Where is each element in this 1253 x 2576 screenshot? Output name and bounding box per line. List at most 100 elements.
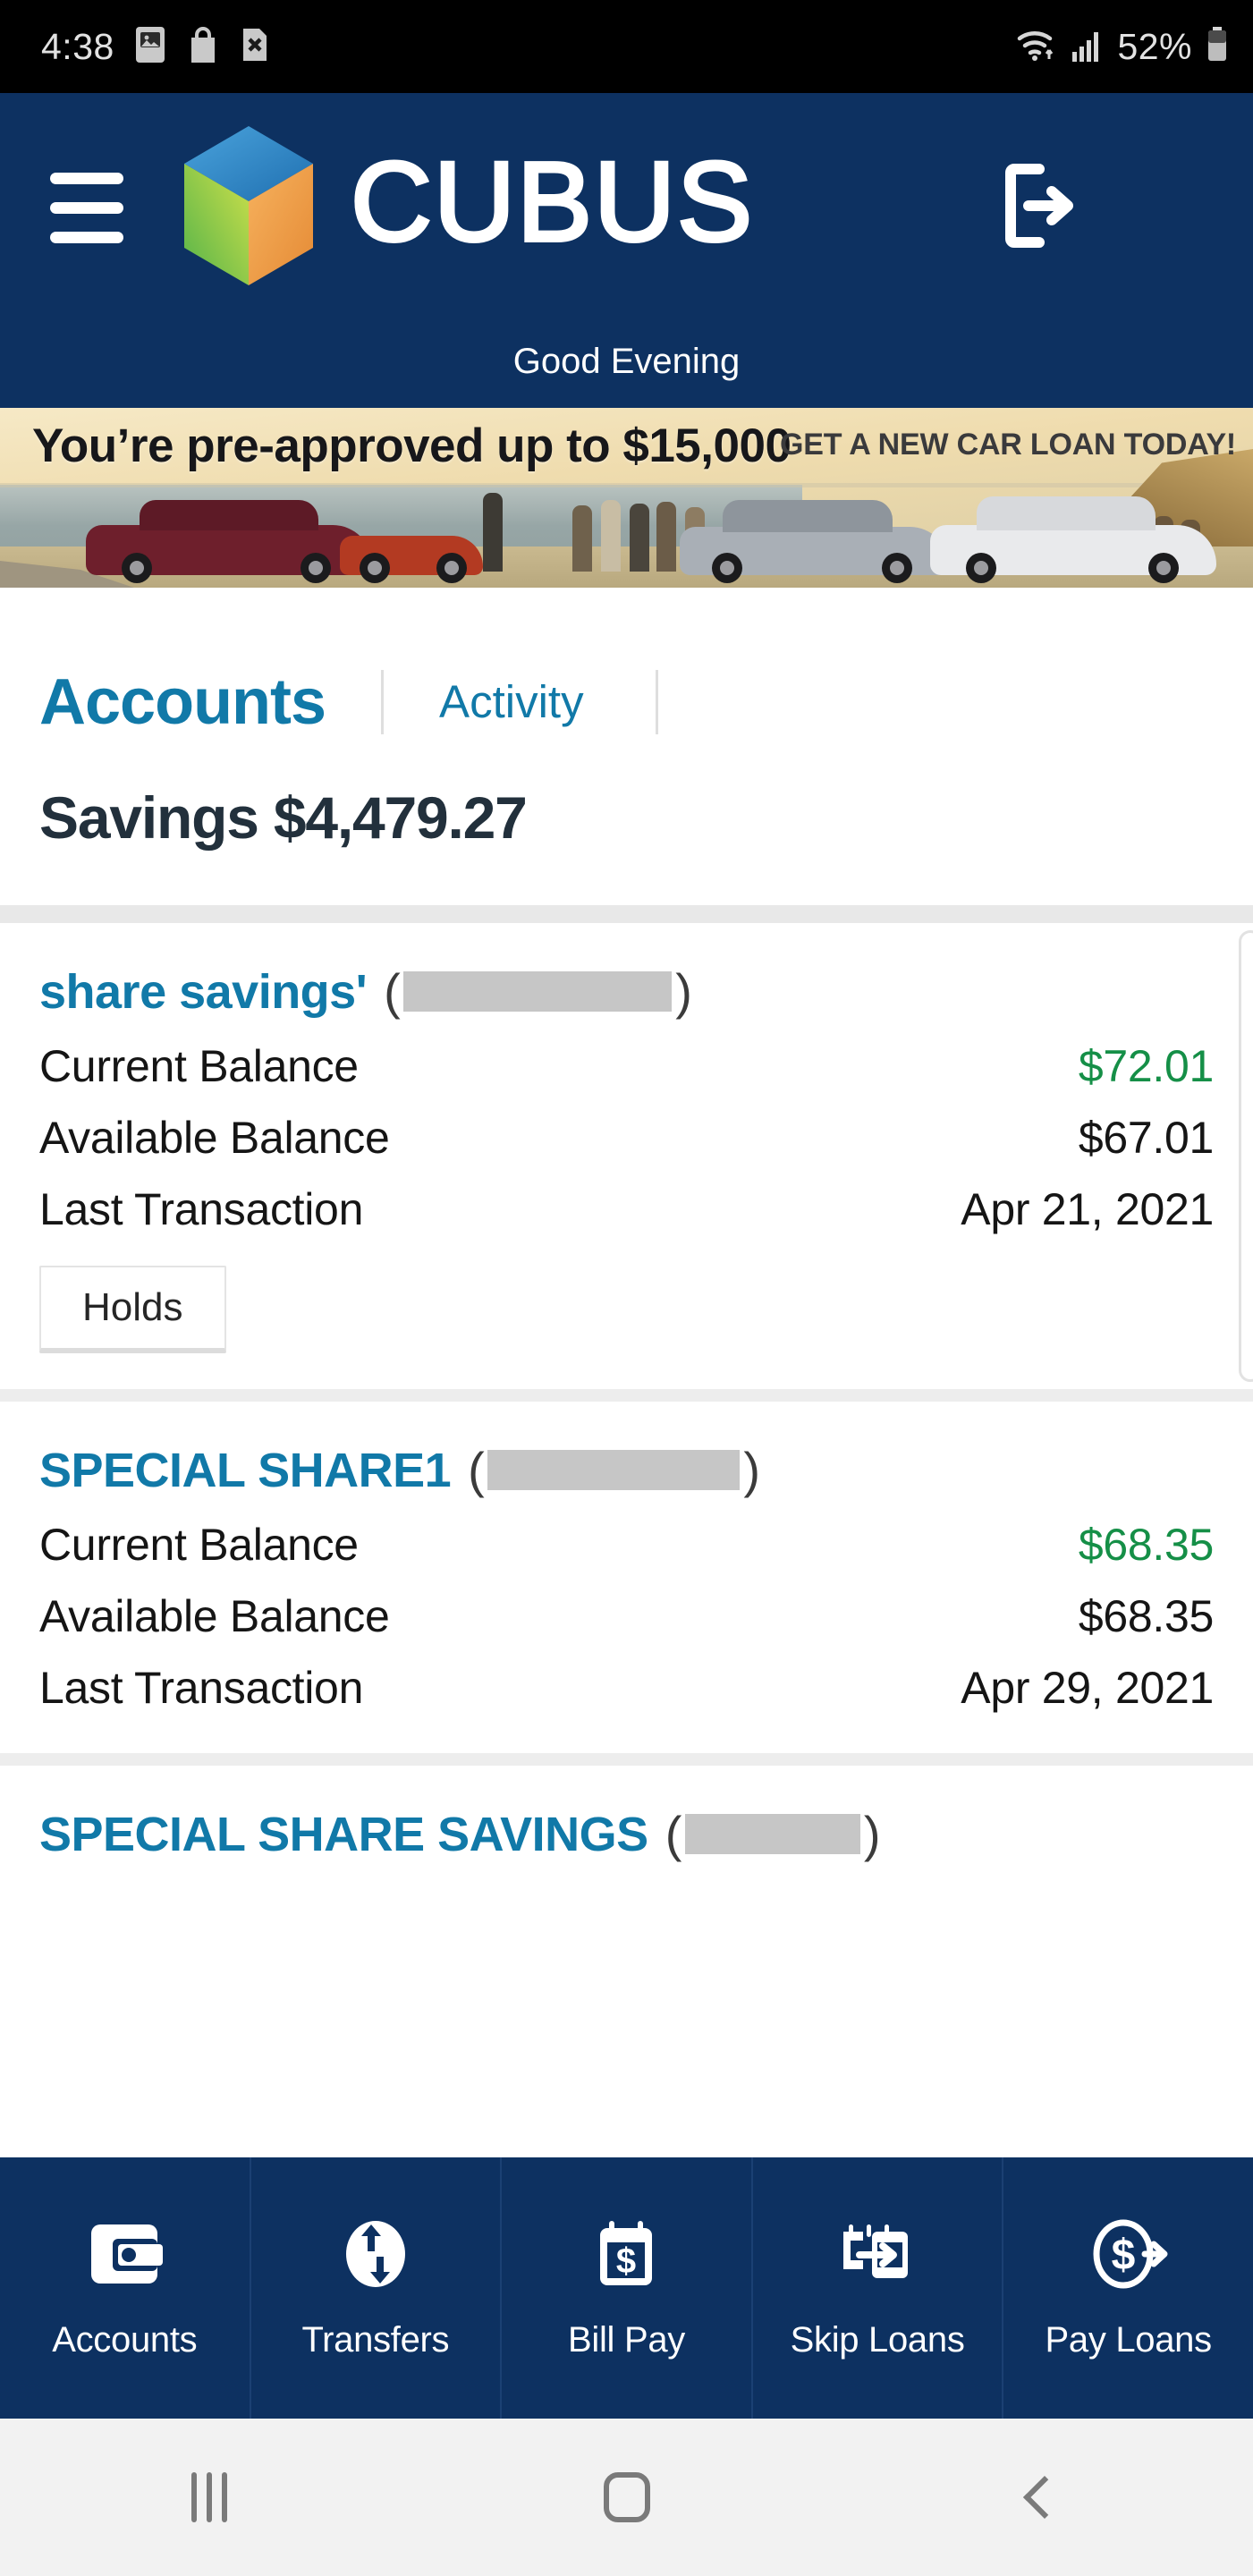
account-separator: [0, 1753, 1253, 1766]
current-balance-value: $68.35: [1078, 1520, 1214, 1570]
svg-text:$: $: [616, 2241, 636, 2281]
android-navigation-bar: [0, 2419, 1253, 2576]
account-name: SPECIAL SHARE SAVINGS: [39, 1807, 648, 1861]
tab-accounts[interactable]: Accounts: [39, 665, 326, 739]
account-tabs: Accounts Activity: [0, 588, 1253, 816]
last-transaction-value: Apr 21, 2021: [961, 1184, 1214, 1234]
last-transaction-label: Last Transaction: [39, 1663, 364, 1713]
account-card[interactable]: share savings' ( ) Current Balance $72.0…: [0, 923, 1253, 1389]
brand-wordmark: CUBUS: [349, 137, 977, 268]
status-bar: 4:38 52%: [0, 0, 1253, 93]
account-name-row[interactable]: SPECIAL SHARE1 ( ): [39, 1441, 1214, 1499]
current-balance-label: Current Balance: [39, 1041, 359, 1091]
banner-person: [656, 502, 676, 572]
main-content: Accounts Activity Savings $4,479.27 shar…: [0, 588, 1253, 1863]
banner-person: [630, 504, 649, 572]
paren-close: ): [863, 1806, 881, 1862]
banner-horizon: [0, 483, 1253, 487]
masked-account-number: [403, 971, 673, 1012]
account-card-edge: [1239, 930, 1253, 1382]
tab-divider: [381, 669, 385, 734]
recents-button[interactable]: [138, 2448, 281, 2546]
banner-car: [680, 498, 948, 583]
last-transaction-label: Last Transaction: [39, 1184, 364, 1234]
available-balance-row: Available Balance $67.01: [39, 1112, 1214, 1164]
back-button[interactable]: [973, 2448, 1116, 2546]
paren-close: ): [675, 963, 692, 1020]
svg-text:CUBUS: CUBUS: [351, 148, 754, 264]
banner-subhead: GET A NEW CAR LOAN TODAY!: [780, 428, 1237, 462]
last-transaction-row: Last Transaction Apr 21, 2021: [39, 1183, 1214, 1235]
banner-car: [340, 520, 483, 583]
banner-car: [86, 500, 372, 583]
nav-bill-pay-label: Bill Pay: [567, 2320, 685, 2360]
nav-bill-pay[interactable]: $ Bill Pay: [502, 2157, 753, 2419]
tab-activity[interactable]: Activity: [439, 675, 584, 728]
bottom-navigation: Accounts Transfers $ Bill Pay Skip Loans…: [0, 2157, 1253, 2419]
masked-account-number: [684, 1814, 860, 1854]
paren-close: ): [743, 1442, 760, 1498]
svg-text:$: $: [1111, 2232, 1135, 2279]
recents-icon: [190, 2472, 227, 2522]
paren-open: (: [651, 1806, 682, 1862]
account-card[interactable]: SPECIAL SHARE SAVINGS ( ): [0, 1766, 1253, 1863]
nav-transfers-label: Transfers: [301, 2320, 450, 2360]
wifi-icon: [1015, 25, 1058, 69]
calendar-arrow-icon: [836, 2216, 919, 2297]
last-transaction-value: Apr 29, 2021: [961, 1663, 1214, 1713]
account-card[interactable]: SPECIAL SHARE1 ( ) Current Balance $68.3…: [0, 1402, 1253, 1753]
cellular-signal-icon: [1071, 25, 1105, 69]
available-balance-value: $67.01: [1078, 1113, 1214, 1163]
app-header: CUBUS Good Evening: [0, 93, 1253, 408]
image-icon: [134, 25, 166, 69]
nav-skip-loans[interactable]: Skip Loans: [753, 2157, 1004, 2419]
nav-accounts-label: Accounts: [52, 2320, 198, 2360]
current-balance-row: Current Balance $68.35: [39, 1519, 1214, 1571]
account-name-row[interactable]: SPECIAL SHARE SAVINGS ( ): [39, 1805, 1214, 1863]
shopping-bag-icon: [186, 25, 220, 69]
paren-open: (: [454, 1442, 485, 1498]
status-clock: 4:38: [41, 25, 114, 67]
battery-percent: 52%: [1117, 25, 1192, 67]
current-balance-value: $72.01: [1078, 1041, 1214, 1091]
greeting-text: Good Evening: [512, 342, 741, 381]
nav-pay-loans[interactable]: $ Pay Loans: [1003, 2157, 1253, 2419]
nav-skip-loans-label: Skip Loans: [790, 2320, 965, 2360]
account-separator: [0, 1389, 1253, 1402]
promo-banner[interactable]: You’re pre-approved up to $15,000 GET A …: [0, 408, 1253, 588]
sim-x-icon: [240, 25, 270, 69]
banner-person: [483, 493, 503, 572]
masked-account-number: [487, 1450, 741, 1490]
logout-icon[interactable]: [998, 157, 1079, 259]
holds-button[interactable]: Holds: [39, 1266, 226, 1353]
account-name-row[interactable]: share savings' ( ): [39, 962, 1214, 1021]
dollar-circle-arrow-icon: $: [1088, 2216, 1170, 2297]
account-name: SPECIAL SHARE1: [39, 1443, 452, 1497]
cubus-cube-logo: [177, 121, 320, 295]
status-bar-left: 4:38: [41, 25, 270, 69]
tab-divider: [655, 669, 658, 734]
holds-button-wrap: Holds: [39, 1235, 1214, 1389]
available-balance-value: $68.35: [1078, 1591, 1214, 1641]
battery-icon: [1205, 25, 1230, 69]
account-name: share savings': [39, 964, 368, 1019]
home-button[interactable]: [555, 2448, 698, 2546]
nav-accounts[interactable]: Accounts: [0, 2157, 251, 2419]
current-balance-label: Current Balance: [39, 1520, 359, 1570]
banner-person: [601, 500, 621, 572]
calendar-dollar-icon: $: [588, 2216, 665, 2297]
wallet-icon: [86, 2216, 164, 2297]
nav-pay-loans-label: Pay Loans: [1045, 2320, 1213, 2360]
paren-open: (: [370, 963, 401, 1020]
banner-headline: You’re pre-approved up to $15,000: [32, 419, 792, 472]
back-icon: [1022, 2475, 1066, 2520]
banner-person: [572, 505, 592, 572]
section-separator: [0, 905, 1253, 923]
hamburger-menu-icon[interactable]: [50, 172, 127, 243]
available-balance-label: Available Balance: [39, 1113, 390, 1163]
nav-transfers[interactable]: Transfers: [251, 2157, 503, 2419]
available-balance-row: Available Balance $68.35: [39, 1590, 1214, 1642]
last-transaction-row: Last Transaction Apr 29, 2021: [39, 1662, 1214, 1714]
available-balance-label: Available Balance: [39, 1591, 390, 1641]
home-icon: [603, 2472, 650, 2522]
